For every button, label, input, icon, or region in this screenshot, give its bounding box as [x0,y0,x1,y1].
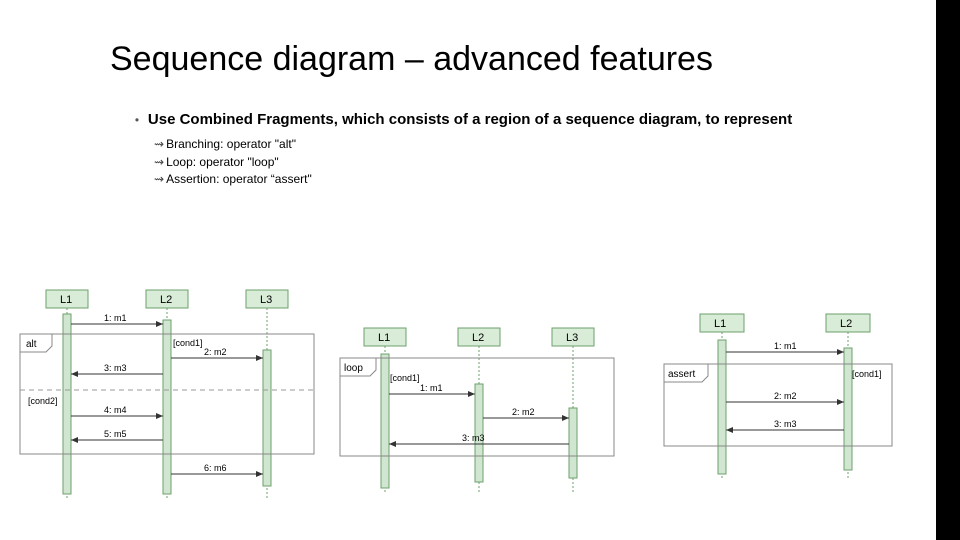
lifeline-label: L1 [714,318,726,330]
slide-title: Sequence diagram – advanced features [110,40,713,79]
slide: Sequence diagram – advanced features • U… [0,0,936,540]
sub-text: Assertion: operator “assert" [166,172,312,186]
lifeline-label: L1 [378,332,390,344]
message-label: 2: m2 [774,391,797,401]
figures-row: L1 L2 L3 1: m1 alt [cond1] 2: m2 3: m3 [18,290,896,500]
lifeline-label: L3 [566,332,578,344]
message-label: 3: m3 [104,363,127,373]
bullet-icon: • [130,113,144,127]
guard-label: [cond1] [173,338,203,348]
operator-label: loop [344,363,363,374]
guard-label: [cond1] [852,369,882,379]
message-label: 2: m2 [204,347,227,357]
sub-list: Branching: operator "alt" Loop: operator… [154,136,896,188]
message-label: 4: m4 [104,405,127,415]
message-label: 1: m1 [420,383,443,393]
bullet-text: Use Combined Fragments, which consists o… [148,110,848,130]
side-accent [936,0,960,540]
bullet-row: • Use Combined Fragments, which consists… [130,110,896,130]
diagram-alt: L1 L2 L3 1: m1 alt [cond1] 2: m2 3: m3 [18,290,318,500]
slide-body: • Use Combined Fragments, which consists… [130,110,896,188]
lifeline-label: L3 [260,294,272,306]
message-label: 3: m3 [462,433,485,443]
message-label: 6: m6 [204,463,227,473]
guard-label: [cond1] [390,373,420,383]
sub-text: Branching: operator "alt" [166,137,296,151]
message-label: 3: m3 [774,419,797,429]
sub-item: Assertion: operator “assert" [154,171,896,188]
lifeline-label: L1 [60,294,72,306]
operator-label: alt [26,339,37,350]
lifeline-label: L2 [840,318,852,330]
guard-label: [cond2] [28,396,58,406]
sub-item: Branching: operator "alt" [154,136,896,153]
message-label: 2: m2 [512,407,535,417]
diagram-assert: L1 L2 1: m1 assert [cond1] 2: m2 3: m3 [658,314,898,484]
sub-text: Loop: operator "loop" [166,155,279,169]
diagram-loop: L1 L2 L3 loop [cond1] 1: m1 2: m2 3: m3 [338,328,618,498]
message-label: 1: m1 [104,313,127,323]
lifeline-label: L2 [160,294,172,306]
lifeline-label: L2 [472,332,484,344]
message-label: 1: m1 [774,341,797,351]
sub-item: Loop: operator "loop" [154,154,896,171]
operator-label: assert [668,369,695,380]
message-label: 5: m5 [104,429,127,439]
